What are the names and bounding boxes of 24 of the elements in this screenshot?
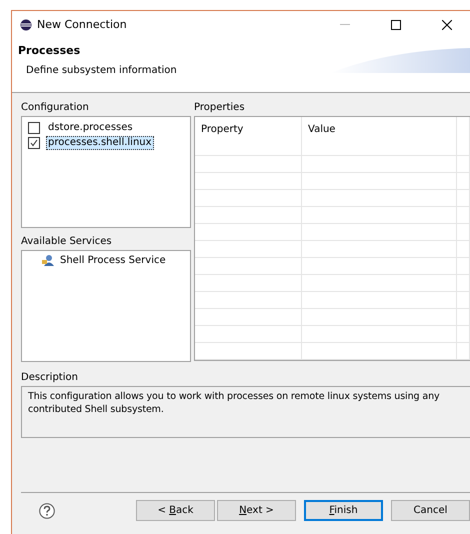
service-item[interactable]: Shell Process Service [60, 254, 166, 266]
section-label: Available Services [21, 236, 112, 247]
window-title: New Connection [37, 18, 127, 31]
close-icon[interactable] [442, 20, 452, 30]
section-label: Properties [194, 102, 245, 113]
checkbox[interactable] [28, 122, 40, 134]
dialog-button[interactable]: < Back [136, 500, 215, 521]
checkbox[interactable] [28, 136, 40, 148]
description-text: This configuration allows you to work with processes on remote linux systems using any contributed Shell subsystem. [28, 391, 440, 415]
app-icon [20, 18, 32, 30]
page-title: Processes [18, 44, 80, 57]
dialog-button[interactable]: Finish [304, 500, 383, 521]
dialog-button[interactable]: Next > [217, 500, 296, 521]
column-header[interactable]: Value [308, 124, 336, 135]
service-icon [42, 254, 55, 266]
configuration-item[interactable]: dstore.processes [46, 120, 135, 134]
section-label: Configuration [21, 102, 89, 113]
maximize-icon[interactable] [391, 20, 401, 30]
help-icon[interactable] [39, 502, 55, 518]
configuration-item[interactable]: processes.shell.linux [46, 136, 154, 150]
page-subtitle: Define subsystem information [26, 65, 177, 76]
column-header[interactable]: Property [201, 124, 244, 135]
section-label: Description [21, 372, 78, 383]
dialog-button[interactable]: Cancel [391, 500, 470, 521]
